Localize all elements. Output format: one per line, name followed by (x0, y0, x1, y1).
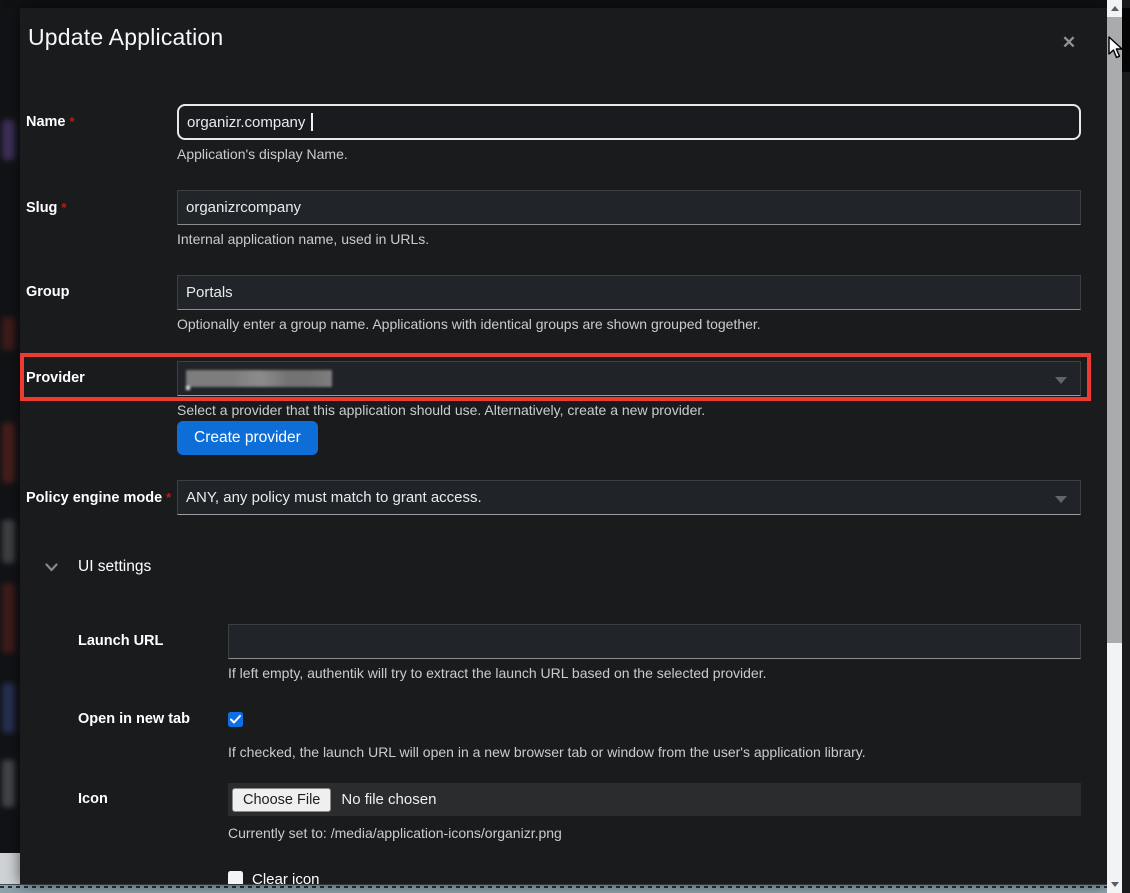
background-bottom-edge (0, 884, 1107, 893)
check-icon (230, 715, 241, 724)
triangle-down-icon (1111, 882, 1119, 887)
choose-file-button[interactable]: Choose File (232, 788, 331, 812)
ui-settings-section-label: UI settings (78, 558, 151, 576)
provider-label: Provider (26, 370, 85, 386)
file-chosen-status: No file chosen (341, 791, 436, 808)
form-row-provider: Provider Select a provider that this app… (26, 361, 1081, 455)
chevron-down-icon (45, 563, 58, 572)
background-right-edge (1122, 0, 1130, 893)
form-row-policy-engine-mode: Policy engine mode * ANY, any policy must… (26, 480, 1081, 516)
group-label: Group (26, 284, 70, 300)
chevron-down-icon (1055, 377, 1067, 384)
launch-url-help: If left empty, authentik will try to ext… (228, 665, 1081, 681)
scrollbar-up-arrow[interactable] (1107, 0, 1122, 17)
ui-settings-section-toggle[interactable]: UI settings (45, 558, 151, 576)
required-marker: * (61, 200, 66, 215)
background-page-sliver (0, 0, 20, 893)
policy-engine-mode-label: Policy engine mode (26, 490, 162, 506)
icon-help: Currently set to: /media/application-ico… (228, 825, 1081, 841)
update-application-modal: Update Application ✕ Name * Application's… (20, 8, 1107, 884)
background-blur-artifact (2, 423, 15, 483)
name-label: Name (26, 114, 66, 130)
background-blur-artifact (2, 683, 15, 733)
launch-url-input[interactable] (228, 624, 1081, 659)
modal-title: Update Application (28, 24, 223, 51)
close-icon[interactable]: ✕ (1056, 30, 1082, 56)
required-marker: * (70, 114, 75, 129)
clear-icon-label: Clear icon (252, 871, 320, 884)
icon-label: Icon (78, 791, 108, 807)
slug-label: Slug (26, 200, 57, 216)
clear-icon-checkbox[interactable] (228, 871, 243, 884)
group-input[interactable] (177, 275, 1081, 310)
scrollbar[interactable] (1107, 0, 1122, 893)
form-row-launch-url: Launch URL If left empty, authentik will… (26, 624, 1081, 681)
background-top-edge (0, 0, 1107, 8)
policy-engine-mode-value: ANY, any policy must match to grant acce… (186, 489, 482, 506)
form-row-slug: Slug * Internal application name, used in… (26, 190, 1081, 247)
background-blur-artifact (2, 120, 15, 160)
scrollbar-down-arrow[interactable] (1107, 876, 1122, 893)
scrollbar-thumb[interactable] (1107, 17, 1122, 643)
policy-engine-mode-select[interactable]: ANY, any policy must match to grant acce… (177, 480, 1081, 515)
triangle-up-icon (1111, 6, 1119, 11)
background-blur-artifact (2, 760, 15, 807)
form-row-icon: Icon Choose File No file chosen Currentl… (26, 783, 1081, 841)
background-right-notch (1122, 8, 1130, 72)
chevron-down-icon (1055, 496, 1067, 503)
name-input[interactable] (177, 104, 1081, 140)
required-marker: * (166, 490, 171, 505)
create-provider-button[interactable]: Create provider (177, 421, 318, 455)
background-blur-artifact (2, 317, 15, 350)
text-cursor (311, 113, 313, 131)
open-in-new-tab-help: If checked, the launch URL will open in … (228, 744, 1081, 760)
launch-url-label: Launch URL (78, 633, 163, 649)
background-blur-artifact (2, 583, 15, 653)
name-help: Application's display Name. (177, 146, 1081, 162)
redacted-provider-value (186, 370, 332, 387)
form-row-clear-icon: Clear icon (26, 871, 1081, 884)
background-blur-artifact (2, 520, 15, 563)
open-in-new-tab-checkbox[interactable] (228, 712, 243, 727)
open-in-new-tab-label: Open in new tab (78, 711, 190, 727)
provider-help: Select a provider that this application … (177, 402, 1081, 418)
form-row-name: Name * Application's display Name. (26, 104, 1081, 162)
form-row-open-in-new-tab: Open in new tab If checked, the launch U… (26, 712, 1081, 760)
slug-help: Internal application name, used in URLs. (177, 231, 1081, 247)
form-row-group: Group Optionally enter a group name. App… (26, 275, 1081, 332)
group-help: Optionally enter a group name. Applicati… (177, 316, 1081, 332)
icon-file-input[interactable]: Choose File No file chosen (228, 783, 1081, 816)
provider-select[interactable] (177, 361, 1081, 396)
slug-input[interactable] (177, 190, 1081, 225)
